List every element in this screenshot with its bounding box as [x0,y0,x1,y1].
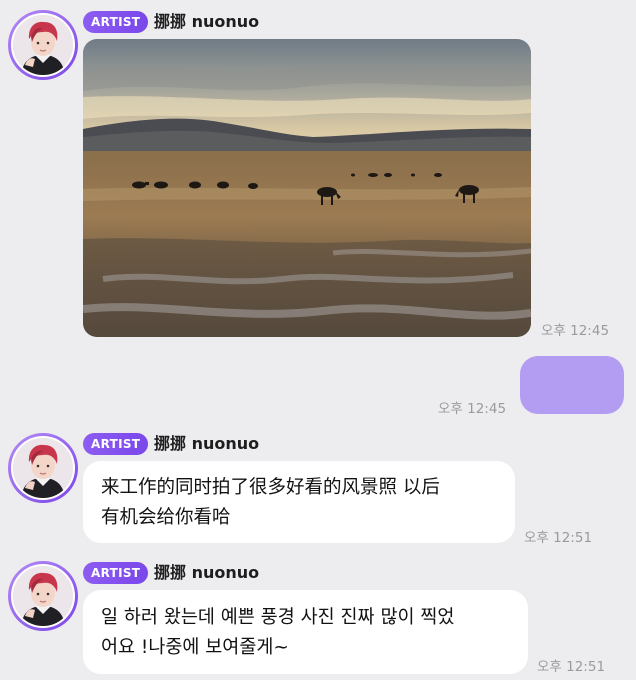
sender-name: 挪挪 nuonuo [154,12,260,31]
sender-name: 挪挪 nuonuo [154,434,260,453]
message-text: 일 하러 왔는데 예쁜 풍경 사진 진짜 많이 찍었 어요 !나중에 보여줄게~ [83,590,528,677]
message-timestamp: 오후 12:45 [438,401,507,417]
avatar-icon [13,438,73,498]
message-line: 来工作的同时拍了很多好看的风景照 以后 [101,477,440,498]
avatar-icon [13,566,73,626]
message-line: 어요 !나중에 보여줄게~ [101,637,289,658]
message-timestamp: 오후 12:51 [524,530,593,546]
incoming-message-bubble[interactable]: 일 하러 왔는데 예쁜 풍경 사진 진짜 많이 찍었 어요 !나중에 보여줄게~ [83,590,528,674]
artist-badge: ARTIST [83,562,149,584]
artist-badge: ARTIST [83,433,149,455]
message-line: 일 하러 왔는데 예쁜 풍경 사진 진짜 많이 찍었 [101,607,455,628]
shared-landscape-photo[interactable] [83,39,531,337]
avatar[interactable] [8,10,78,80]
avatar-icon [13,15,73,75]
message-timestamp: 오후 12:51 [537,659,606,675]
message-text: 来工作的同时拍了很多好看的风景照 以后 有机会给你看哈 [83,461,515,547]
incoming-message-bubble[interactable]: 来工作的同时拍了很多好看的风景照 以后 有机会给你看哈 [83,461,515,543]
landscape-image [83,39,531,337]
artist-badge: ARTIST [83,11,149,33]
avatar[interactable] [8,433,78,503]
outgoing-message-bubble[interactable] [520,356,624,414]
message-timestamp: 오후 12:45 [541,323,610,339]
message-line: 有机会给你看哈 [101,507,231,528]
avatar[interactable] [8,561,78,631]
sender-name: 挪挪 nuonuo [154,563,260,582]
